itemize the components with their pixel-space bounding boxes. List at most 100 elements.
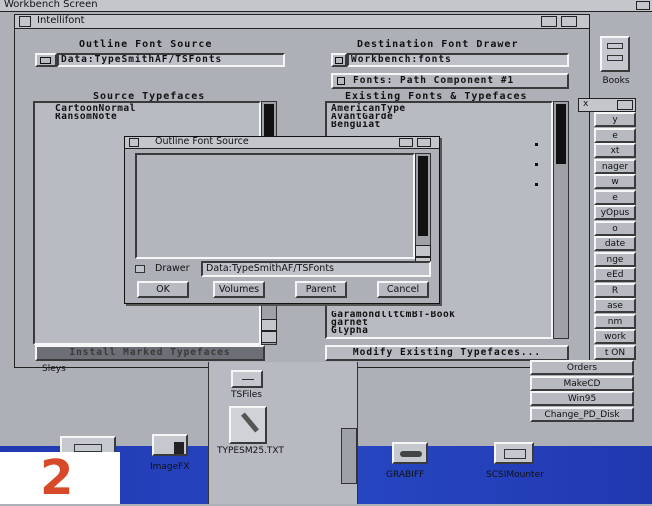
figure-number: 2 (40, 450, 74, 506)
list-item[interactable]: CartoonNormal (35, 103, 259, 113)
folder-icon (335, 57, 343, 64)
depth-gadget[interactable] (561, 16, 577, 27)
desktop-region-left: Sleys (18, 364, 208, 432)
screen-title: Workbench Screen (4, 0, 98, 10)
imagefx-icon[interactable]: ImageFX (148, 432, 192, 472)
list-item[interactable]: Benguiat (327, 121, 551, 129)
file-requester: Outline Font Source Drawer Data:TypeSmit… (124, 136, 440, 304)
dest-folder-button[interactable] (331, 53, 347, 67)
destination-label: Destination Font Drawer (357, 39, 519, 50)
books-drawer[interactable]: Books (596, 34, 638, 90)
cancel-button[interactable]: Cancel (377, 281, 429, 298)
drawer-icon (600, 36, 630, 72)
button-bank-item[interactable]: y (594, 112, 636, 127)
button-bank-item[interactable]: nm (594, 313, 636, 329)
zoom-gadget[interactable] (541, 16, 557, 27)
list-item[interactable]: AmericanType (327, 103, 551, 113)
folder-icon (40, 57, 51, 64)
pencil-icon (241, 412, 259, 433)
grabiff-icon[interactable]: GRABIFF (380, 440, 440, 490)
button-bank-item[interactable]: nager (594, 158, 636, 174)
cycle-icon (337, 77, 345, 85)
scsimounter-icon[interactable]: SCSIMounter (480, 440, 550, 490)
parent-button[interactable]: Parent (295, 281, 347, 298)
requester-title: Outline Font Source (155, 136, 249, 147)
depth-gadget[interactable] (617, 100, 633, 110)
screen-depth-gadget[interactable] (636, 1, 650, 10)
button-bank-item[interactable]: MakeCD (530, 375, 634, 391)
close-gadget[interactable] (129, 138, 139, 147)
list-item[interactable]: Glypha (331, 327, 368, 335)
close-gadget[interactable] (19, 16, 31, 27)
button-bank-item[interactable]: R (594, 282, 636, 298)
outline-source-field[interactable]: Data:TypeSmithAF/TSFonts (57, 53, 285, 67)
button-bank-titlebar[interactable]: x (578, 98, 636, 112)
sleys-label: Sleys (42, 364, 66, 374)
button-bank-item[interactable]: date (594, 236, 636, 251)
intellifont-titlebar[interactable]: Intellifont (15, 15, 589, 29)
folder-button[interactable] (35, 53, 57, 67)
tsfiles-icon[interactable] (231, 370, 263, 388)
list-item[interactable]: RansomNote (35, 113, 259, 121)
path-component-label: Fonts: Path Component #1 (353, 75, 515, 86)
scsimounter-label: SCSIMounter (486, 470, 544, 480)
button-bank: y e xt nager w e yOpus o date nge eEd Rase nm work t O… (530, 112, 636, 430)
scroll-up-arrow-icon[interactable] (261, 319, 277, 331)
ok-button[interactable]: OK (137, 281, 189, 298)
drawer-window: TSFiles TYPESM25.TXT (208, 362, 358, 504)
button-bank-item[interactable]: e (594, 189, 636, 205)
button-bank-item[interactable]: Orders (530, 360, 634, 375)
requester-file-list[interactable] (135, 153, 415, 259)
requester-titlebar[interactable]: Outline Font Source (125, 136, 439, 149)
drawer-handle (242, 379, 254, 380)
button-bank-item[interactable]: Win95 (530, 391, 634, 406)
zoom-gadget[interactable] (399, 138, 413, 147)
text-file-icon[interactable] (229, 406, 267, 444)
list-item[interactable]: AvantGarde (327, 113, 551, 121)
tool-graphic (74, 444, 102, 452)
drive-icon (504, 449, 526, 459)
scroll-down-arrow-icon[interactable] (261, 331, 277, 343)
books-label: Books (602, 76, 630, 86)
grabiff-graphic (392, 442, 428, 464)
figure-badge: 2 (0, 452, 120, 504)
button-bank-item[interactable]: Change_PD_Disk (530, 406, 634, 422)
button-bank-item[interactable]: w (594, 174, 636, 189)
tsfiles-label: TSFiles (231, 390, 262, 400)
bar-graphic (174, 442, 184, 454)
list-item[interactable]: GaramondlltCmBT-Book (331, 311, 455, 319)
install-button[interactable]: Install Marked Typefaces (35, 345, 265, 361)
destination-field[interactable]: Workbench:fonts (347, 53, 569, 67)
drawer-toggle[interactable] (135, 265, 145, 273)
button-bank-item[interactable]: o (594, 220, 636, 236)
button-bank-item[interactable]: yOpus (594, 205, 636, 220)
drawer-slot (607, 43, 623, 49)
grabiff-label: GRABIFF (386, 470, 425, 480)
outline-source-label: Outline Font Source (79, 39, 213, 50)
requester-scrollbar[interactable] (415, 153, 431, 259)
imagefx-graphic (152, 434, 188, 456)
button-bank-item[interactable]: nge (594, 251, 636, 267)
screen-titlebar: Workbench Screen (0, 0, 652, 12)
button-bank-item[interactable]: eEd (594, 267, 636, 282)
scroll-up-arrow-icon[interactable] (415, 245, 431, 257)
scsimounter-graphic (494, 442, 534, 464)
path-component-cycle[interactable]: Fonts: Path Component #1 (331, 73, 569, 89)
button-bank-title: x (583, 99, 589, 109)
intellifont-title: Intellifont (37, 15, 85, 26)
list-item[interactable]: garnet (331, 319, 368, 327)
button-bank-item[interactable]: e (594, 127, 636, 143)
drawer-scrollbar[interactable] (341, 428, 357, 484)
button-bank-item[interactable]: work (594, 329, 636, 344)
drawer-field[interactable]: Data:TypeSmithAF/TSFonts (201, 261, 431, 277)
depth-gadget[interactable] (417, 138, 431, 147)
hammer-icon (400, 451, 422, 457)
button-bank-item[interactable]: ase (594, 298, 636, 313)
imagefx-label: ImageFX (150, 462, 190, 472)
typesm-label: TYPESM25.TXT (217, 446, 284, 456)
drawer-label: Drawer (155, 263, 190, 274)
button-bank-item[interactable]: xt (594, 143, 636, 158)
scroll-knob[interactable] (418, 156, 428, 236)
button-bank-item[interactable]: t ON (594, 344, 636, 360)
volumes-button[interactable]: Volumes (213, 281, 265, 298)
